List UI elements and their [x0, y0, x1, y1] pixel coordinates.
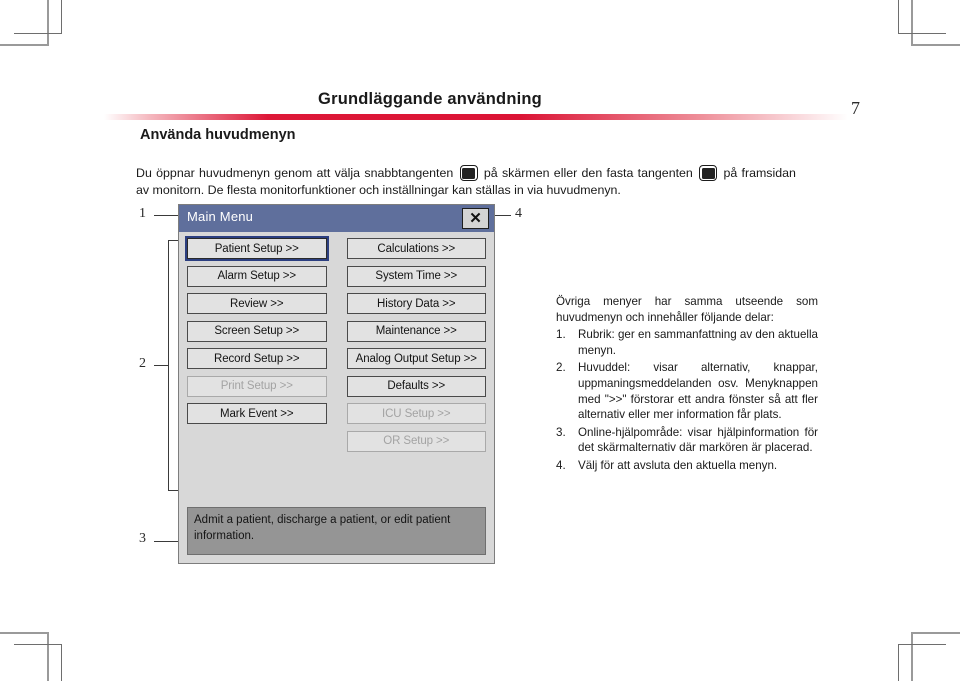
dialog-title: Main Menu — [187, 209, 254, 224]
list-item-text: Online-hjälpområde: visar hjälpinformati… — [578, 425, 818, 455]
menu-button-patient-setup[interactable]: Patient Setup >> — [185, 236, 329, 261]
intro-text-part-1: Du öppnar huvudmenyn genom att välja sna… — [136, 166, 454, 181]
menu-button-system-time[interactable]: System Time >> — [346, 265, 486, 287]
list-item-number: 1. — [556, 328, 566, 342]
list-item-text: Välj för att avsluta den aktuella menyn. — [578, 458, 778, 472]
header-accent-rule — [104, 114, 848, 120]
menu-button-maintenance[interactable]: Maintenance >> — [346, 320, 486, 342]
list-item: 2. Huvuddel: visar alternativ, knappar, … — [556, 360, 818, 422]
list-item-number: 3. — [556, 425, 566, 439]
menu-button-icu-setup: ICU Setup >> — [346, 403, 486, 424]
menu-button-analog-output-setup[interactable]: Analog Output Setup >> — [346, 348, 486, 369]
section-heading: Använda huvudmenyn — [140, 127, 296, 143]
menu-button-or-setup: OR Setup >> — [346, 430, 486, 452]
crop-mark-top-right — [890, 0, 960, 70]
chapter-title: Grundläggande användning — [318, 90, 542, 108]
list-item-number: 4. — [556, 458, 566, 472]
dialog-titlebar: Main Menu ✕ — [179, 205, 494, 232]
menu-button-print-setup: Print Setup >> — [187, 375, 327, 397]
main-menu-dialog[interactable]: Main Menu ✕ Patient Setup >> Calculation… — [178, 204, 495, 564]
list-item-text: Huvuddel: visar alternativ, knappar, upp… — [578, 361, 818, 422]
explanation-lead: Övriga menyer har samma utseende som huv… — [556, 295, 818, 324]
callout-number-1: 1 — [139, 206, 146, 221]
online-help-area: Admit a patient, discharge a patient, or… — [187, 507, 486, 555]
intro-paragraph: Du öppnar huvudmenyn genom att välja sna… — [136, 165, 796, 199]
menu-button-row: Screen Setup >> Maintenance >> — [187, 320, 486, 342]
list-item: 4. Välj för att avsluta den aktuella men… — [556, 458, 818, 474]
list-item-number: 2. — [556, 361, 566, 375]
hardkey-icon — [699, 165, 718, 182]
menu-button-row: Review >> History Data >> — [187, 293, 486, 314]
menu-button-record-setup[interactable]: Record Setup >> — [187, 348, 327, 369]
crop-mark-bottom-left — [0, 591, 70, 681]
menu-button-row: Record Setup >> Analog Output Setup >> — [187, 348, 486, 369]
menu-button-row: Mark Event >> ICU Setup >> — [187, 403, 486, 424]
menu-button-history-data[interactable]: History Data >> — [346, 293, 486, 314]
menu-button-row: Print Setup >> Defaults >> — [187, 375, 486, 397]
list-item-text: Rubrik: ger en sammanfattning av den akt… — [578, 328, 818, 357]
page-number: 7 — [851, 98, 860, 118]
callout-leader-1 — [154, 215, 180, 216]
intro-text-part-2: på skärmen eller den fasta tangenten — [483, 166, 693, 181]
list-item: 3. Online-hjälpområde: visar hjälpinform… — [556, 425, 818, 456]
menu-button-grid: Patient Setup >> Calculations >> Alarm S… — [185, 236, 486, 458]
callout-leader-2-stub — [154, 365, 168, 366]
callout-number-2: 2 — [139, 356, 146, 371]
dialog-body: Patient Setup >> Calculations >> Alarm S… — [183, 236, 490, 559]
crop-mark-bottom-right — [890, 591, 960, 681]
menu-button-mark-event[interactable]: Mark Event >> — [187, 403, 327, 424]
callout-bracket-2-vertical — [168, 240, 169, 490]
menu-button-row: Alarm Setup >> System Time >> — [187, 265, 486, 287]
menu-button-review[interactable]: Review >> — [187, 293, 327, 314]
close-button[interactable]: ✕ — [462, 208, 489, 229]
list-item: 1. Rubrik: ger en sammanfattning av den … — [556, 327, 818, 358]
softkey-icon — [459, 165, 478, 182]
explanation-list: 1. Rubrik: ger en sammanfattning av den … — [556, 327, 818, 473]
crop-mark-top-left — [0, 0, 70, 70]
menu-button-row: Patient Setup >> Calculations >> — [185, 236, 486, 261]
menu-button-calculations[interactable]: Calculations >> — [346, 238, 486, 259]
menu-button-row: OR Setup >> — [187, 430, 486, 452]
explanation-block: Övriga menyer har samma utseende som huv… — [556, 294, 818, 474]
menu-button-alarm-setup[interactable]: Alarm Setup >> — [187, 265, 327, 287]
menu-button-defaults[interactable]: Defaults >> — [346, 375, 486, 397]
callout-number-4: 4 — [515, 206, 522, 221]
menu-button-screen-setup[interactable]: Screen Setup >> — [187, 320, 327, 342]
callout-number-3: 3 — [139, 531, 146, 546]
